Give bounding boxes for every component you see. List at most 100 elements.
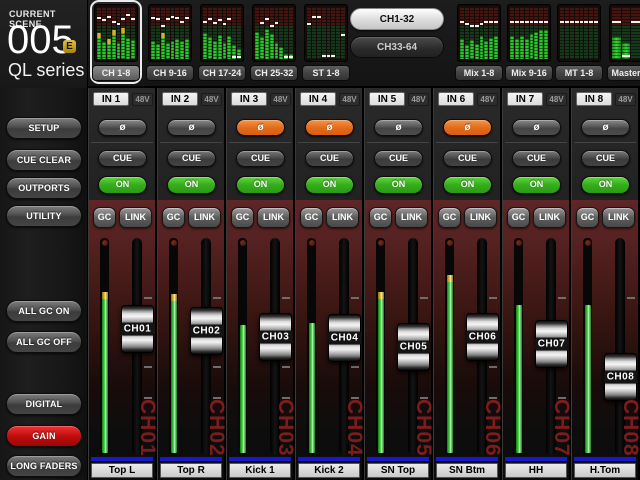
cue-button[interactable]: CUE bbox=[98, 150, 147, 167]
channel-on-button[interactable]: ON bbox=[581, 176, 630, 194]
input-patch-button[interactable]: IN 8 bbox=[576, 92, 612, 106]
fader-knob[interactable]: CH04 bbox=[328, 314, 361, 362]
meter-block-mix-1-8[interactable]: Mix 1-8 bbox=[455, 2, 503, 82]
meter-block-ch-25-32[interactable]: CH 25-32 bbox=[250, 2, 298, 82]
gain-compensation-button[interactable]: GC bbox=[576, 207, 599, 228]
phase-button[interactable]: ø bbox=[98, 119, 147, 136]
sidebar-button-all-gc-on[interactable]: ALL GC ON bbox=[6, 300, 82, 322]
input-patch-button[interactable]: IN 6 bbox=[438, 92, 474, 106]
meter-block-label[interactable]: MT 1-8 bbox=[555, 65, 603, 81]
meter-block-mix-9-16[interactable]: Mix 9-16 bbox=[505, 2, 553, 82]
cue-button[interactable]: CUE bbox=[374, 150, 423, 167]
gain-compensation-button[interactable]: GC bbox=[438, 207, 461, 228]
channel-name-button[interactable]: SN Top bbox=[367, 463, 429, 478]
link-button[interactable]: LINK bbox=[257, 207, 290, 228]
meter-block-label[interactable]: ST 1-8 bbox=[302, 65, 350, 81]
input-patch-button[interactable]: IN 7 bbox=[507, 92, 543, 106]
gain-compensation-button[interactable]: GC bbox=[231, 207, 254, 228]
meter-block-st-1-8[interactable]: ST 1-8 bbox=[302, 2, 350, 82]
cue-button[interactable]: CUE bbox=[512, 150, 561, 167]
phantom-48v-button[interactable]: 48V bbox=[477, 93, 498, 106]
channel-name-button[interactable]: HH bbox=[505, 463, 567, 478]
channel-name-button[interactable]: Top L bbox=[91, 463, 153, 478]
meter-block-label[interactable]: Mix 1-8 bbox=[455, 65, 503, 81]
fader-knob[interactable]: CH02 bbox=[190, 307, 223, 355]
meter-block-mt-1-8[interactable]: MT 1-8 bbox=[555, 2, 603, 82]
phase-button[interactable]: ø bbox=[374, 119, 423, 136]
phase-button[interactable]: ø bbox=[581, 119, 630, 136]
sidebar-button-cue-clear[interactable]: CUE CLEAR bbox=[6, 149, 82, 171]
bank-button-ch1-32[interactable]: CH1-32 bbox=[350, 8, 444, 30]
sidebar-button-all-gc-off[interactable]: ALL GC OFF bbox=[6, 331, 82, 353]
channel-name-button[interactable]: SN Btm bbox=[436, 463, 498, 478]
sidebar-button-utility[interactable]: UTILITY bbox=[6, 205, 82, 227]
channel-on-button[interactable]: ON bbox=[167, 176, 216, 194]
channel-on-button[interactable]: ON bbox=[374, 176, 423, 194]
link-button[interactable]: LINK bbox=[602, 207, 635, 228]
input-patch-button[interactable]: IN 5 bbox=[369, 92, 405, 106]
input-patch-button[interactable]: IN 3 bbox=[231, 92, 267, 106]
cue-button[interactable]: CUE bbox=[236, 150, 285, 167]
sidebar-button-gain[interactable]: GAIN bbox=[6, 425, 82, 447]
channel-name-button[interactable]: Top R bbox=[160, 463, 222, 478]
sidebar-button-long-faders[interactable]: LONG FADERS bbox=[6, 455, 82, 477]
fader-knob[interactable]: CH06 bbox=[466, 313, 499, 361]
input-patch-button[interactable]: IN 2 bbox=[162, 92, 198, 106]
gain-compensation-button[interactable]: GC bbox=[300, 207, 323, 228]
gain-compensation-button[interactable]: GC bbox=[162, 207, 185, 228]
gain-compensation-button[interactable]: GC bbox=[369, 207, 392, 228]
meter-block-label[interactable]: CH 25-32 bbox=[250, 65, 298, 81]
phantom-48v-button[interactable]: 48V bbox=[201, 93, 222, 106]
meter-block-master[interactable]: Master bbox=[607, 2, 640, 82]
channel-name-button[interactable]: H.Tom bbox=[574, 463, 636, 478]
meter-block-ch-1-8[interactable]: CH 1-8 bbox=[92, 2, 140, 82]
input-patch-button[interactable]: IN 1 bbox=[93, 92, 129, 106]
phase-button[interactable]: ø bbox=[167, 119, 216, 136]
phantom-48v-button[interactable]: 48V bbox=[408, 93, 429, 106]
phase-button[interactable]: ø bbox=[443, 119, 492, 136]
cue-button[interactable]: CUE bbox=[167, 150, 216, 167]
fader-knob[interactable]: CH08 bbox=[604, 353, 637, 401]
input-patch-button[interactable]: IN 4 bbox=[300, 92, 336, 106]
cue-button[interactable]: CUE bbox=[443, 150, 492, 167]
phantom-48v-button[interactable]: 48V bbox=[546, 93, 567, 106]
cue-button[interactable]: CUE bbox=[581, 150, 630, 167]
meter-block-label[interactable]: CH 1-8 bbox=[92, 65, 140, 81]
channel-on-button[interactable]: ON bbox=[305, 176, 354, 194]
channel-on-button[interactable]: ON bbox=[236, 176, 285, 194]
meter-block-label[interactable]: CH 17-24 bbox=[198, 65, 246, 81]
meter-block-label[interactable]: Mix 9-16 bbox=[505, 65, 553, 81]
phantom-48v-button[interactable]: 48V bbox=[615, 93, 636, 106]
fader-knob[interactable]: CH07 bbox=[535, 320, 568, 368]
link-button[interactable]: LINK bbox=[395, 207, 428, 228]
meter-block-ch-9-16[interactable]: CH 9-16 bbox=[146, 2, 194, 82]
channel-name-button[interactable]: Kick 2 bbox=[298, 463, 360, 478]
fader-knob[interactable]: CH01 bbox=[121, 305, 154, 353]
link-button[interactable]: LINK bbox=[533, 207, 566, 228]
link-button[interactable]: LINK bbox=[188, 207, 221, 228]
phase-button[interactable]: ø bbox=[512, 119, 561, 136]
phase-button[interactable]: ø bbox=[236, 119, 285, 136]
meter-block-label[interactable]: CH 9-16 bbox=[146, 65, 194, 81]
meter-block-ch-17-24[interactable]: CH 17-24 bbox=[198, 2, 246, 82]
phantom-48v-button[interactable]: 48V bbox=[339, 93, 360, 106]
sidebar-button-outports[interactable]: OUTPORTS bbox=[6, 177, 82, 199]
phantom-48v-button[interactable]: 48V bbox=[270, 93, 291, 106]
sidebar-button-digital[interactable]: DIGITAL bbox=[6, 393, 82, 415]
gain-compensation-button[interactable]: GC bbox=[507, 207, 530, 228]
cue-button[interactable]: CUE bbox=[305, 150, 354, 167]
meter-block-label[interactable]: Master bbox=[607, 65, 640, 81]
sidebar-button-setup[interactable]: SETUP bbox=[6, 117, 82, 139]
link-button[interactable]: LINK bbox=[464, 207, 497, 228]
phantom-48v-button[interactable]: 48V bbox=[132, 93, 153, 106]
channel-on-button[interactable]: ON bbox=[98, 176, 147, 194]
phase-button[interactable]: ø bbox=[305, 119, 354, 136]
fader-knob[interactable]: CH03 bbox=[259, 313, 292, 361]
link-button[interactable]: LINK bbox=[326, 207, 359, 228]
channel-on-button[interactable]: ON bbox=[512, 176, 561, 194]
link-button[interactable]: LINK bbox=[119, 207, 152, 228]
fader-knob[interactable]: CH05 bbox=[397, 323, 430, 371]
channel-on-button[interactable]: ON bbox=[443, 176, 492, 194]
bank-button-ch33-64[interactable]: CH33-64 bbox=[350, 36, 444, 58]
channel-name-button[interactable]: Kick 1 bbox=[229, 463, 291, 478]
